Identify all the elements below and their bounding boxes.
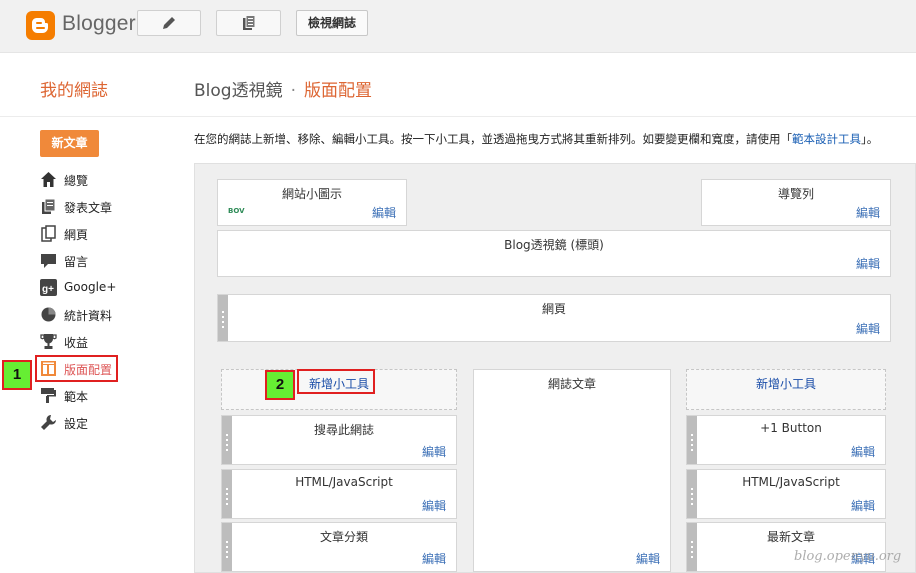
edit-link[interactable]: 編輯 [422,550,446,567]
gadget-categories[interactable]: 文章分類 編輯 [221,522,457,572]
sidebar-item-label: 網頁 [64,228,89,242]
right-add-gadget-link[interactable]: 新增小工具 [687,375,885,392]
sidebar-item-pages[interactable]: 網頁 [40,224,180,244]
sidebar-item-label: 總覽 [64,174,89,188]
gadget-title: 網站小圖示 [281,187,342,201]
pencil-icon [163,17,175,29]
favicon-thumbnail: BOV [228,207,245,215]
gadget-navbar[interactable]: 導覽列 編輯 [701,179,891,226]
gadget-recent-posts[interactable]: 最新文章 編輯 [686,522,886,572]
gadget-search[interactable]: 搜尋此網誌 編輯 [221,415,457,465]
breadcrumb-separator: · [290,81,296,101]
drag-handle[interactable] [222,523,232,571]
gadget-title: 搜尋此網誌 [313,423,374,437]
annotation-marker-2: 2 [265,370,295,400]
gadget-html-javascript-right[interactable]: HTML/JavaScript 編輯 [686,469,886,519]
edit-link[interactable]: 編輯 [636,550,660,567]
drag-handle[interactable] [222,416,232,464]
gadget-title: 文章分類 [319,530,368,544]
edit-link[interactable]: 編輯 [856,204,880,221]
breadcrumb: Blog透視鏡 · 版面配置 [194,76,372,101]
svg-text:g+: g+ [42,284,54,295]
gadget-title: +1 Button [760,421,822,435]
edit-link[interactable]: 編輯 [851,497,875,514]
sidebar-item-label: 統計資料 [64,309,113,323]
top-bar: Blogger 檢視網誌 [0,0,916,53]
edit-link[interactable]: 編輯 [856,320,880,337]
edit-link[interactable]: 編輯 [856,255,880,272]
edit-link[interactable]: 編輯 [851,443,875,460]
add-gadget-callout-highlight [297,369,375,394]
sidebar-item-settings[interactable]: 設定 [40,413,180,433]
gadget-favicon[interactable]: 網站小圖示 BOV 編輯 [217,179,407,226]
pages-icon [41,225,56,242]
posts-icon [242,15,255,30]
edit-link[interactable]: 編輯 [372,204,396,221]
gadget-title: 最新文章 [766,530,815,544]
gadget-plus-one-button[interactable]: +1 Button 編輯 [686,415,886,465]
gadget-title: 導覽列 [777,187,814,201]
edit-link[interactable]: 編輯 [422,443,446,460]
wrench-icon [41,414,57,430]
sidebar-item-posts[interactable]: 發表文章 [40,197,180,217]
layout-callout-highlight [35,355,118,382]
gadget-header[interactable]: Blog透視鏡 (標頭) 編輯 [217,230,891,277]
my-blog-link[interactable]: 我的網誌 [40,76,108,101]
edit-link[interactable]: 編輯 [422,497,446,514]
sidebar-item-google-plus[interactable]: g+ Google+ [40,278,180,298]
sidebar-item-label: 範本 [64,390,89,404]
view-blog-button[interactable]: 檢視網誌 [296,10,368,36]
gadget-title: HTML/JavaScript [742,475,840,489]
right-add-gadget-area[interactable]: 新增小工具 [686,369,886,410]
stats-icon [41,307,56,322]
sidebar-item-label: 留言 [64,255,89,269]
annotation-marker-1: 1 [2,360,32,390]
sidebar-item-label: 設定 [64,417,89,431]
sidebar-item-stats[interactable]: 統計資料 [40,305,180,325]
gadget-html-javascript[interactable]: HTML/JavaScript 編輯 [221,469,457,519]
description-suffix: 」。 [861,132,879,146]
watermark: blog.openyu.org [794,549,902,564]
sidebar-item-label: 收益 [64,336,89,350]
sidebar-item-overview[interactable]: 總覽 [40,170,180,190]
gadget-title: HTML/JavaScript [295,475,393,489]
home-icon [41,172,56,187]
sidebar-item-comments[interactable]: 留言 [40,251,180,271]
posts-icon [42,198,56,214]
comment-icon [41,254,56,268]
google-plus-icon: g+ [40,279,57,296]
breadcrumb-current: 版面配置 [303,81,372,101]
trophy-icon [40,334,57,349]
header-divider [0,116,916,117]
blogger-wordmark: Blogger [62,12,136,35]
sidebar-item-label: 發表文章 [64,201,113,215]
description-text: 在您的網誌上新增、移除、編輯小工具。按一下小工具，並透過拖曳方式將其重新排列。如… [194,132,792,146]
template-designer-link[interactable]: 範本設計工具 [792,132,861,146]
gadget-title: 網誌文章 [547,377,596,391]
gadget-title: Blog透視鏡 (標頭) [504,238,604,252]
new-post-toolbar-button[interactable] [137,10,201,36]
template-icon [41,388,56,403]
sidebar-item-label: Google+ [64,280,117,294]
gadget-pages[interactable]: 網頁 編輯 [217,294,891,342]
posts-list-toolbar-button[interactable] [216,10,281,36]
breadcrumb-blog[interactable]: Blog透視鏡 [194,81,283,101]
new-post-button[interactable]: 新文章 [40,130,99,157]
layout-description: 在您的網誌上新增、移除、編輯小工具。按一下小工具，並透過拖曳方式將其重新排列。如… [194,131,878,147]
drag-handle[interactable] [687,416,697,464]
drag-handle[interactable] [222,470,232,518]
drag-handle[interactable] [687,470,697,518]
sidebar-item-earnings[interactable]: 收益 [40,332,180,352]
sidebar-item-template[interactable]: 範本 [40,386,180,406]
gadget-title: 網頁 [541,302,566,316]
blogger-logo-icon[interactable] [26,11,55,40]
gadget-blog-posts[interactable]: 網誌文章 編輯 [473,369,671,572]
drag-handle[interactable] [687,523,697,571]
